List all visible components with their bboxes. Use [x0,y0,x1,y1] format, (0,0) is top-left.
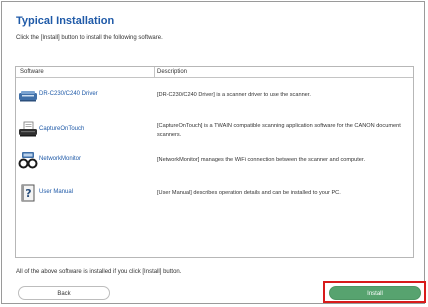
software-table: Software Description DR-C230/C240 Driver… [15,66,414,258]
scanner-icon [18,86,38,104]
table-header: Software Description [16,67,413,78]
software-link-networkmonitor[interactable]: NetworkMonitor [39,156,81,162]
software-description: [NetworkMonitor] manages the WiFi connec… [157,157,366,163]
table-row: ? User Manual [User Manual] describes op… [16,180,413,208]
svg-text:?: ? [25,187,31,200]
table-row: CaptureOnTouch [CaptureOnTouch] is a TWA… [16,117,413,145]
software-link-captureontouch[interactable]: CaptureOnTouch [39,126,84,132]
software-description: [User Manual] describes operation detail… [157,190,341,196]
column-header-software: Software [20,69,44,75]
network-monitor-icon [18,151,38,169]
back-button[interactable]: Back [18,286,110,300]
column-divider [154,67,155,78]
instruction-text: Click the [Install] button to install th… [16,35,163,41]
install-button[interactable]: Install [329,286,421,300]
scan-document-icon [18,121,38,139]
software-link-user-manual[interactable]: User Manual [39,189,73,195]
install-note: All of the above software is installed i… [16,269,182,275]
table-row: NetworkMonitor [NetworkMonitor] manages … [16,147,413,175]
software-link-driver[interactable]: DR-C230/C240 Driver [39,91,98,97]
page-title: Typical Installation [16,15,115,27]
software-description: [DR-C230/C240 Driver] is a scanner drive… [157,92,311,98]
help-manual-icon: ? [18,184,38,202]
table-row: DR-C230/C240 Driver [DR-C230/C240 Driver… [16,82,413,110]
software-description: [CaptureOnTouch] is a TWAIN compatible s… [157,123,401,138]
column-header-description: Description [157,69,188,75]
